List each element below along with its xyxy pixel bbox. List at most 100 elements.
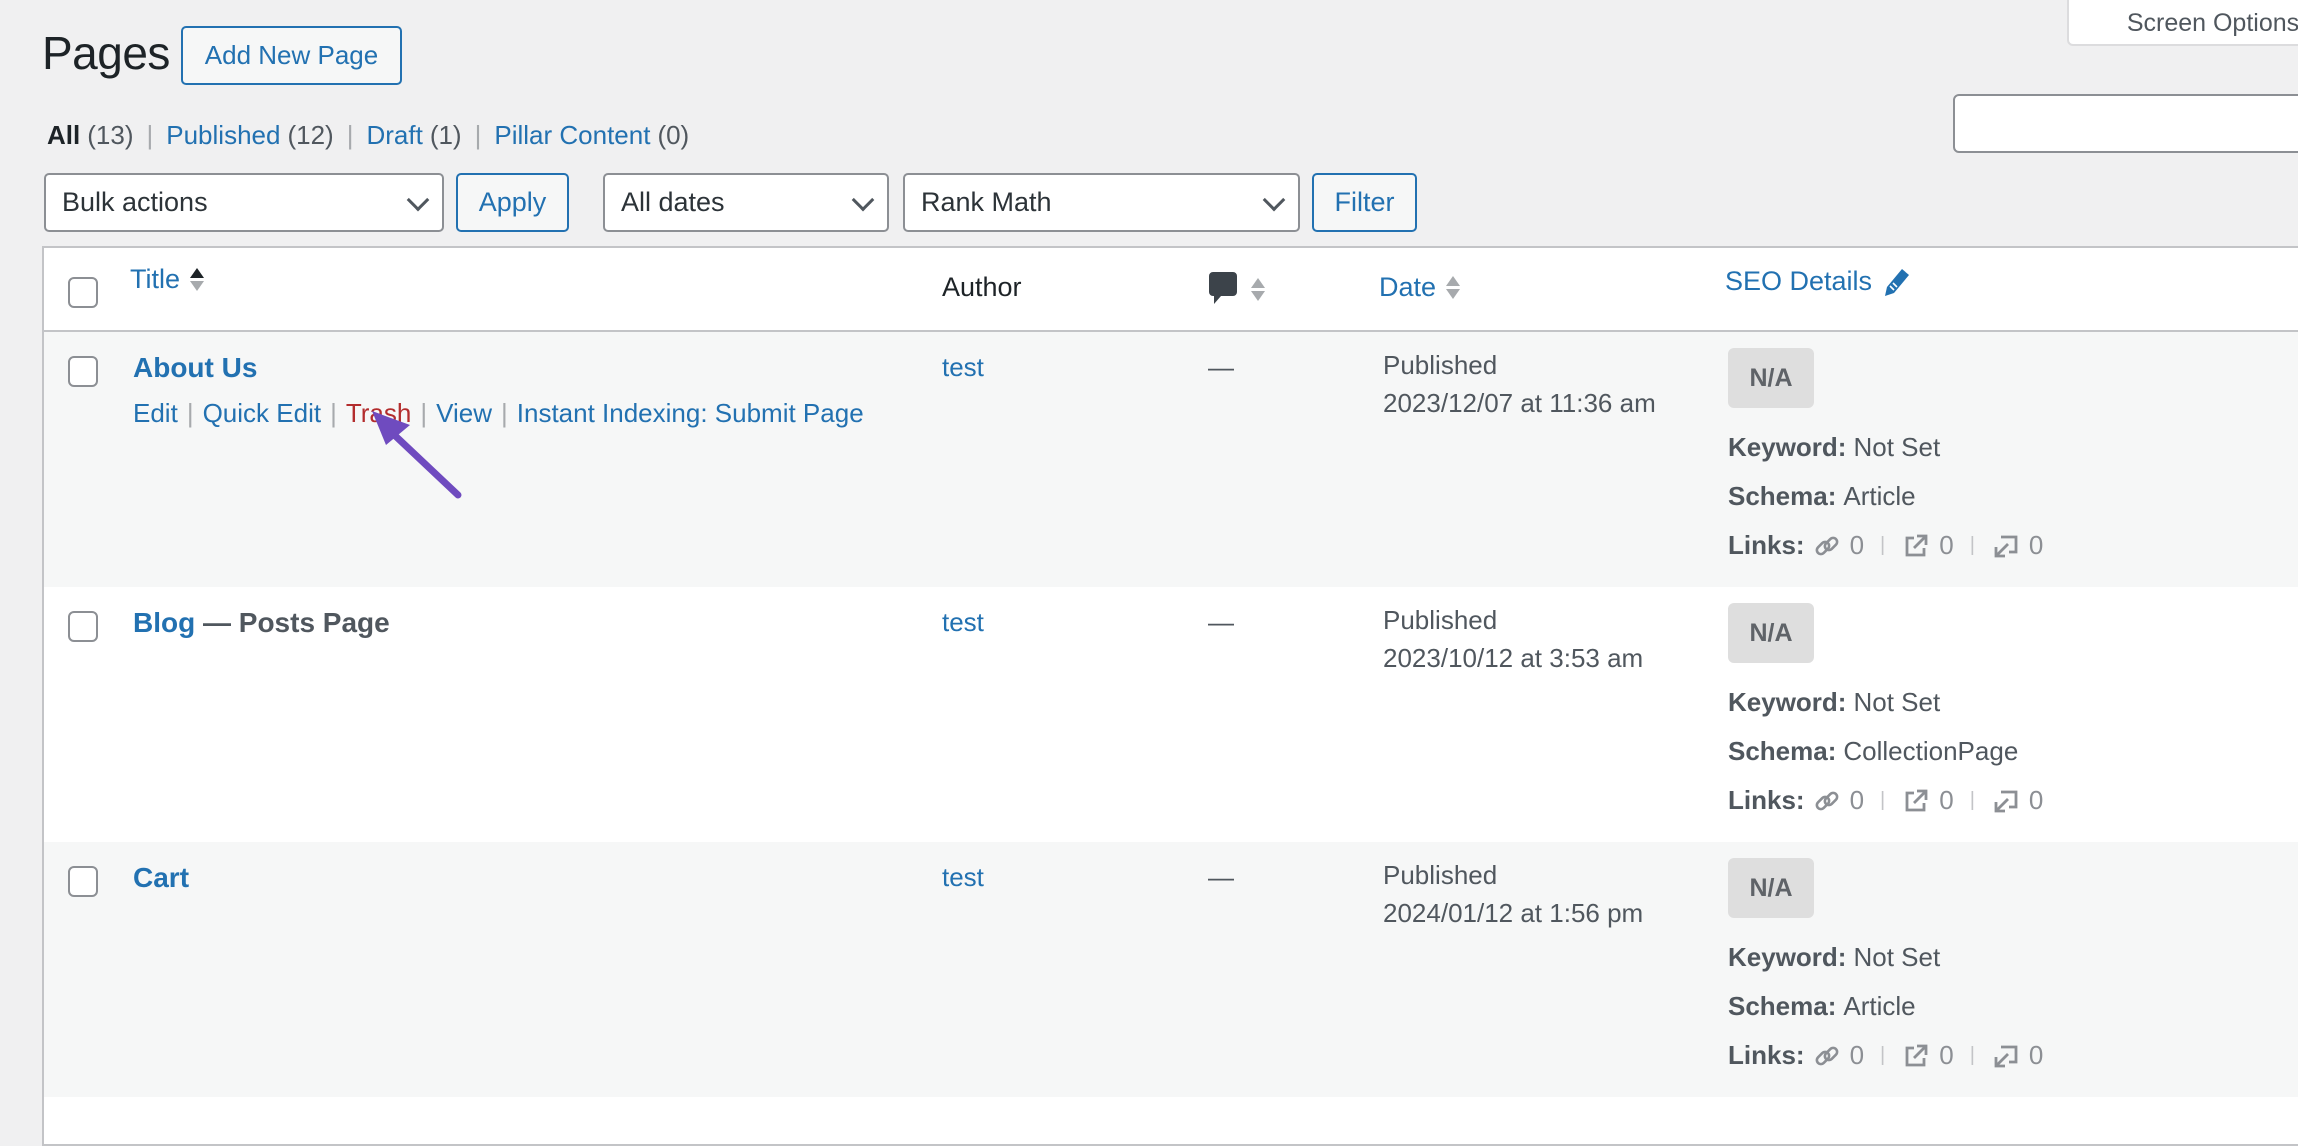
- links-label: Links:: [1728, 530, 1805, 560]
- table-row: About Us Edit | Quick Edit | Trash | Vie…: [44, 332, 2298, 587]
- filter-button[interactable]: Filter: [1312, 173, 1417, 232]
- keyword-label: Keyword:: [1728, 687, 1847, 717]
- view-draft[interactable]: Draft (1): [366, 120, 461, 151]
- post-state: — Posts Page: [203, 607, 390, 638]
- separator: |: [330, 398, 337, 428]
- separator: |: [346, 120, 354, 150]
- incoming-links-count: 0: [2028, 1040, 2044, 1070]
- author-link[interactable]: test: [942, 862, 984, 893]
- keyword-label: Keyword:: [1728, 942, 1847, 972]
- keyword-value: Not Set: [1853, 942, 1941, 972]
- separator: |: [1969, 789, 1975, 811]
- external-links-count: 0: [1939, 1040, 1954, 1070]
- schema-value: CollectionPage: [1843, 736, 2019, 766]
- seo-filter-value: Rank Math: [921, 187, 1052, 217]
- row-title: Blog — Posts Page: [133, 607, 390, 639]
- post-status: Published: [1383, 605, 1498, 635]
- view-all-label: All: [47, 120, 81, 150]
- column-seo-details[interactable]: SEO Details: [1725, 266, 1910, 297]
- keyword-value: Not Set: [1853, 432, 1941, 462]
- edit-link[interactable]: Edit: [133, 398, 178, 429]
- external-links-count: 0: [1939, 530, 1954, 560]
- separator: |: [1880, 534, 1886, 556]
- quick-edit-link[interactable]: Quick Edit: [203, 398, 322, 429]
- author-link[interactable]: test: [942, 607, 984, 638]
- incoming-link-icon: [1994, 535, 2018, 557]
- incoming-link-icon: [1994, 790, 2018, 812]
- sort-icon: [1251, 277, 1265, 301]
- links-label: Links:: [1728, 1040, 1805, 1070]
- date-cell: Published 2023/10/12 at 3:53 am: [1383, 601, 1643, 677]
- select-all-checkbox[interactable]: [68, 277, 98, 308]
- chevron-down-icon: [406, 188, 430, 212]
- row-title-link[interactable]: About Us: [133, 352, 257, 384]
- external-link-icon: [1905, 534, 1928, 556]
- view-published[interactable]: Published (12): [166, 120, 333, 151]
- keyword-label: Keyword:: [1728, 432, 1847, 462]
- table-row: Blog — Posts Page test — Published 2023/…: [44, 587, 2298, 842]
- column-title-sort[interactable]: Title: [130, 264, 205, 295]
- column-comments-sort[interactable]: [1209, 272, 1265, 306]
- seo-details-cell: N/A Keyword: Not Set Schema: Article Links…: [1728, 348, 2043, 560]
- view-published-label: Published: [166, 120, 281, 150]
- keyword-value: Not Set: [1853, 687, 1941, 717]
- screen-options-button[interactable]: Screen Options: [2067, 0, 2298, 46]
- comments-count: —: [1208, 352, 1234, 382]
- schema-label: Schema:: [1728, 991, 1837, 1021]
- post-date: 2023/12/07 at 11:36 am: [1383, 388, 1656, 418]
- post-status: Published: [1383, 860, 1498, 890]
- date-cell: Published 2024/01/12 at 1:56 pm: [1383, 856, 1643, 932]
- row-checkbox[interactable]: [68, 356, 98, 387]
- chevron-down-icon: [1262, 188, 1286, 212]
- view-pillar-content[interactable]: Pillar Content (0): [494, 120, 689, 151]
- post-date: 2024/01/12 at 1:56 pm: [1383, 898, 1644, 928]
- separator: |: [1880, 789, 1886, 811]
- view-all[interactable]: All (13): [47, 120, 133, 151]
- post-date: 2023/10/12 at 3:53 am: [1383, 643, 1644, 673]
- instant-indexing-link[interactable]: Instant Indexing: Submit Page: [517, 398, 864, 429]
- pencil-icon: [1885, 268, 1910, 296]
- column-title-label: Title: [130, 264, 181, 294]
- comments-count: —: [1208, 607, 1234, 637]
- schema-value: Article: [1843, 481, 1916, 511]
- internal-link-icon: [1815, 536, 1838, 555]
- internal-link-icon: [1815, 1046, 1838, 1065]
- separator: |: [1969, 534, 1975, 556]
- dates-select[interactable]: All dates: [603, 173, 889, 232]
- internal-links-count: 0: [1849, 785, 1865, 815]
- sort-icon: [190, 268, 205, 291]
- separator: |: [501, 398, 508, 428]
- view-pillar-count: (0): [657, 120, 690, 150]
- column-author: Author: [942, 272, 1022, 302]
- column-date-sort[interactable]: Date: [1379, 272, 1461, 303]
- sort-icon: [1446, 276, 1461, 299]
- table-header: Title Author Date SEO Details: [44, 248, 2298, 332]
- post-status: Published: [1383, 350, 1498, 380]
- row-actions: Edit | Quick Edit | Trash | View | Insta…: [133, 398, 864, 429]
- author-link[interactable]: test: [942, 352, 984, 383]
- external-link-icon: [1905, 789, 1928, 811]
- row-title-link[interactable]: Cart: [133, 862, 189, 894]
- seo-score-badge: N/A: [1728, 348, 1814, 408]
- incoming-links-count: 0: [2028, 785, 2044, 815]
- seo-details-cell: N/A Keyword: Not Set Schema: Article Links…: [1728, 858, 2044, 1070]
- apply-button[interactable]: Apply: [456, 173, 569, 232]
- external-links-count: 0: [1939, 785, 1954, 815]
- date-cell: Published 2023/12/07 at 11:36 am: [1383, 346, 1656, 422]
- view-draft-count: (1): [429, 120, 462, 150]
- page-title: Pages: [42, 27, 170, 79]
- table-row: Cart test — Published 2024/01/12 at 1:56…: [44, 842, 2298, 1097]
- row-checkbox[interactable]: [68, 611, 98, 642]
- bulk-actions-select[interactable]: Bulk actions: [44, 173, 444, 232]
- row-checkbox[interactable]: [68, 866, 98, 897]
- row-title-link[interactable]: Blog: [133, 607, 195, 638]
- seo-filter-select[interactable]: Rank Math: [903, 173, 1300, 232]
- view-draft-label: Draft: [366, 120, 423, 150]
- separator: |: [1969, 1044, 1975, 1066]
- add-new-page-button[interactable]: Add New Page: [181, 26, 402, 85]
- status-views: All (13) | Published (12) | Draft (1) | Pil…: [47, 120, 689, 151]
- links-label: Links:: [1728, 785, 1805, 815]
- column-date-label: Date: [1379, 272, 1437, 302]
- chevron-down-icon: [851, 188, 875, 212]
- search-input[interactable]: [1953, 94, 2298, 153]
